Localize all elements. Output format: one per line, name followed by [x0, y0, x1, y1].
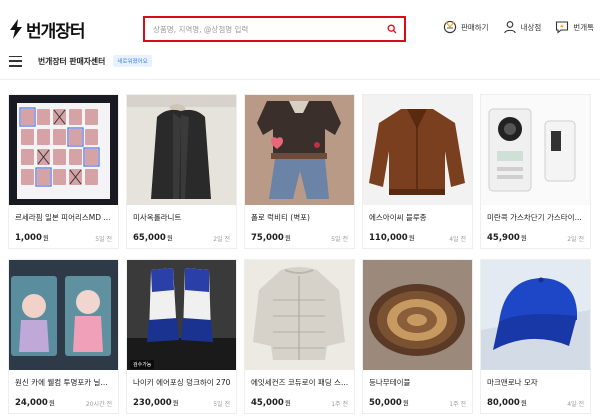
product-title: 미사옥롤라니트 [133, 213, 182, 222]
product-title: 마크맨로나 모자 [487, 378, 538, 387]
product-card[interactable]: 르세라핌 일본 피어리스MD ... 1,000원 5일 전 [8, 94, 119, 249]
product-grid: 르세라핌 일본 피어리스MD ... 1,000원 5일 전 미사옥롤라니트 6… [0, 0, 600, 419]
product-title: 폴로 럭비티 (벽포) [251, 213, 310, 222]
product-card[interactable]: 미란콕 가스차단기 가스타이... 45,900원 2일 전 [480, 94, 591, 249]
product-price: 110,000원 [369, 233, 415, 243]
product-title: 나이키 에어포싱 덩크하이 270 [133, 378, 231, 387]
product-price: 75,000원 [251, 233, 291, 243]
product-card[interactable]: 원신 카에 웰컴 투명포카 닐... 24,000원 20시간 전 [8, 259, 119, 414]
product-title: 에잇세컨즈 코듀로이 패딩 스... [251, 378, 349, 387]
product-price: 24,000원 [15, 398, 55, 408]
posted-time: 1주 전 [331, 401, 348, 408]
product-image [127, 260, 236, 370]
product-title: 르세라핌 일본 피어리스MD ... [15, 213, 111, 222]
product-image [363, 260, 472, 370]
product-image [481, 260, 590, 370]
product-card[interactable]: 에잇세컨즈 코듀로이 패딩 스... 45,000원 1주 전 [244, 259, 355, 414]
product-image [363, 95, 472, 205]
product-card[interactable]: 폴로 럭비티 (벽포) 75,000원 5일 전 [244, 94, 355, 249]
product-price: 1,000원 [15, 233, 49, 243]
inspection-badge: 검수가능 [130, 360, 155, 369]
product-image [9, 260, 118, 370]
product-image [245, 95, 354, 205]
product-image [9, 95, 118, 205]
posted-time: 5일 전 [213, 401, 230, 408]
product-price: 80,000원 [487, 398, 527, 408]
product-title: 원신 카에 웰컴 투명포카 닐... [15, 378, 108, 387]
posted-time: 4일 전 [567, 401, 584, 408]
posted-time: 5일 전 [95, 236, 112, 243]
posted-time: 1주 전 [449, 401, 466, 408]
product-image [481, 95, 590, 205]
posted-time: 2일 전 [567, 236, 584, 243]
posted-time: 4일 전 [449, 236, 466, 243]
product-card[interactable]: 검수가능 나이키 에어포싱 덩크하이 270 230,000원 5일 전 [126, 259, 237, 414]
posted-time: 2일 전 [213, 236, 230, 243]
product-price: 230,000원 [133, 398, 179, 408]
product-price: 45,000원 [251, 398, 291, 408]
product-title: 미란콕 가스차단기 가스타이... [487, 213, 582, 222]
product-price: 65,000원 [133, 233, 173, 243]
product-price: 45,900원 [487, 233, 527, 243]
posted-time: 5일 전 [331, 236, 348, 243]
posted-time: 20시간 전 [85, 401, 112, 408]
product-title: 등나무테이블 [369, 378, 411, 387]
product-card[interactable]: 에스아이씨 블루종 110,000원 4일 전 [362, 94, 473, 249]
product-price: 50,000원 [369, 398, 409, 408]
product-image [245, 260, 354, 370]
product-card[interactable]: 마크맨로나 모자 80,000원 4일 전 [480, 259, 591, 414]
product-card[interactable]: 미사옥롤라니트 65,000원 2일 전 [126, 94, 237, 249]
product-image [127, 95, 236, 205]
product-title: 에스아이씨 블루종 [369, 213, 427, 222]
product-card[interactable]: 등나무테이블 50,000원 1주 전 [362, 259, 473, 414]
